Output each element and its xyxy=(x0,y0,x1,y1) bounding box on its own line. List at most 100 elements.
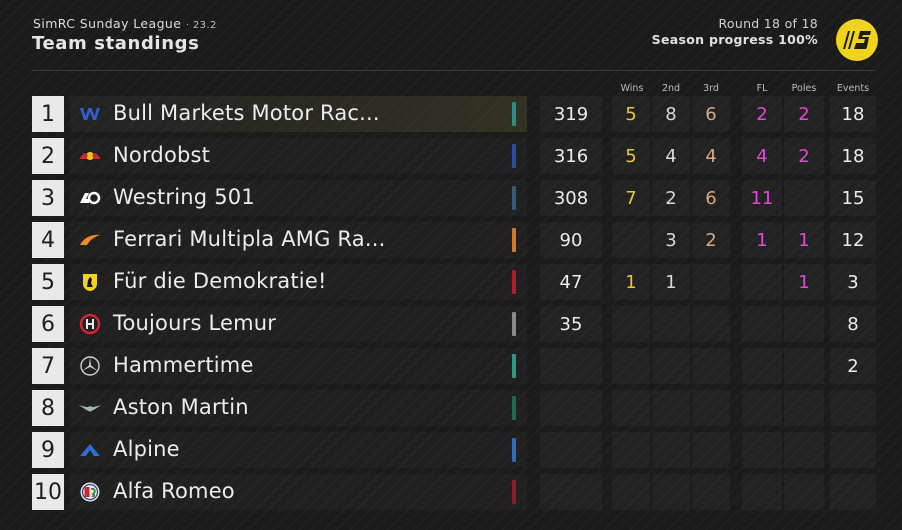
team-color-bar xyxy=(512,186,516,210)
events-cell: 2 xyxy=(830,348,876,384)
williams-w-icon xyxy=(78,104,102,124)
third-cell xyxy=(692,474,730,510)
season-progress: Season progress 100% xyxy=(651,32,818,47)
events-cell: 8 xyxy=(830,306,876,342)
team-color-bar xyxy=(512,354,516,378)
position-badge: 5 xyxy=(32,264,64,300)
wins-cell xyxy=(612,348,650,384)
events-cell: 18 xyxy=(830,138,876,174)
position-badge: 4 xyxy=(32,222,64,258)
table-row[interactable]: 4 Ferrari Multipla AMG Ra... 90 3 2 1 1 12 xyxy=(0,222,902,258)
third-cell: 2 xyxy=(692,222,730,258)
haas-icon xyxy=(78,313,102,335)
team-color-bar xyxy=(512,438,516,462)
table-row[interactable]: 1 Bull Markets Motor Rac... 319 5 8 6 2 2 18 xyxy=(0,96,902,132)
wins-cell xyxy=(612,432,650,468)
fastest-lap-cell: 1 xyxy=(742,222,782,258)
position-badge: 10 xyxy=(32,474,64,510)
team-cell: Alfa Romeo xyxy=(70,474,527,510)
team-name: Alfa Romeo xyxy=(113,479,235,503)
mclaren-icon xyxy=(78,230,102,250)
page-title: Team standings xyxy=(32,33,200,54)
position-badge: 7 xyxy=(32,348,64,384)
poles-cell xyxy=(784,306,824,342)
team-color-bar xyxy=(512,102,516,126)
fastest-lap-cell xyxy=(742,264,782,300)
mercedes-icon xyxy=(78,356,102,376)
events-cell xyxy=(830,432,876,468)
wins-cell: 7 xyxy=(612,180,650,216)
table-row[interactable]: 7 Hammertime 2 xyxy=(0,348,902,384)
events-cell: 3 xyxy=(830,264,876,300)
league-edition: · 23.2 xyxy=(185,20,217,31)
table-row[interactable]: 8 Aston Martin xyxy=(0,390,902,426)
second-cell: 3 xyxy=(652,222,690,258)
team-cell: Westring 501 xyxy=(70,180,527,216)
team-name: Ferrari Multipla AMG Ra... xyxy=(113,227,386,251)
wins-cell: 1 xyxy=(612,264,650,300)
events-cell xyxy=(830,474,876,510)
third-cell xyxy=(692,432,730,468)
events-cell: 18 xyxy=(830,96,876,132)
league-title: SimRC Sunday League xyxy=(33,16,182,31)
wins-cell: 5 xyxy=(612,96,650,132)
events-cell: 12 xyxy=(830,222,876,258)
team-cell: Aston Martin xyxy=(70,390,527,426)
round-indicator: Round 18 of 18 xyxy=(718,16,818,31)
third-cell xyxy=(692,306,730,342)
poles-cell xyxy=(784,180,824,216)
second-cell: 2 xyxy=(652,180,690,216)
fastest-lap-cell xyxy=(742,474,782,510)
table-row[interactable]: 9 Alpine xyxy=(0,432,902,468)
fastest-lap-cell: 4 xyxy=(742,138,782,174)
points-cell: 308 xyxy=(540,180,602,216)
third-cell: 6 xyxy=(692,96,730,132)
team-cell: Alpine xyxy=(70,432,527,468)
table-row[interactable]: 6 Toujours Lemur 35 8 xyxy=(0,306,902,342)
team-name: Alpine xyxy=(113,437,180,461)
alphatauri-icon xyxy=(78,188,102,208)
fastest-lap-cell: 11 xyxy=(742,180,782,216)
third-cell xyxy=(692,264,730,300)
table-row[interactable]: 3 Westring 501 308 7 2 6 11 15 xyxy=(0,180,902,216)
second-cell xyxy=(652,348,690,384)
third-cell xyxy=(692,390,730,426)
fastest-lap-cell xyxy=(742,306,782,342)
col-third: 3rd xyxy=(703,83,719,94)
third-cell: 4 xyxy=(692,138,730,174)
poles-cell: 1 xyxy=(784,222,824,258)
position-badge: 1 xyxy=(32,96,64,132)
position-badge: 2 xyxy=(32,138,64,174)
position-badge: 6 xyxy=(32,306,64,342)
team-cell: Für die Demokratie! xyxy=(70,264,527,300)
points-cell xyxy=(540,474,602,510)
team-name: Hammertime xyxy=(113,353,254,377)
fastest-lap-cell xyxy=(742,432,782,468)
second-cell xyxy=(652,306,690,342)
team-name: Toujours Lemur xyxy=(113,311,277,335)
alpine-icon xyxy=(78,440,102,460)
poles-cell xyxy=(784,474,824,510)
table-row[interactable]: 5 Für die Demokratie! 47 1 1 1 3 xyxy=(0,264,902,300)
position-badge: 8 xyxy=(32,390,64,426)
wins-cell xyxy=(612,222,650,258)
second-cell xyxy=(652,432,690,468)
header: SimRC Sunday League · 23.2 Team standing… xyxy=(0,0,902,72)
wins-cell: 5 xyxy=(612,138,650,174)
col-poles: Poles xyxy=(791,83,817,94)
position-badge: 9 xyxy=(32,432,64,468)
table-row[interactable]: 10 Alfa Romeo xyxy=(0,474,902,510)
poles-cell xyxy=(784,432,824,468)
team-name: Für die Demokratie! xyxy=(113,269,327,293)
team-cell: Bull Markets Motor Rac... xyxy=(70,96,527,132)
events-cell: 15 xyxy=(830,180,876,216)
position-badge: 3 xyxy=(32,180,64,216)
points-cell: 90 xyxy=(540,222,602,258)
team-name: Westring 501 xyxy=(113,185,255,209)
redbull-icon xyxy=(78,146,102,166)
table-row[interactable]: 2 Nordobst 316 5 4 4 4 2 18 xyxy=(0,138,902,174)
wins-cell xyxy=(612,390,650,426)
team-color-bar xyxy=(512,144,516,168)
aston-martin-icon xyxy=(78,398,102,418)
team-color-bar xyxy=(512,270,516,294)
